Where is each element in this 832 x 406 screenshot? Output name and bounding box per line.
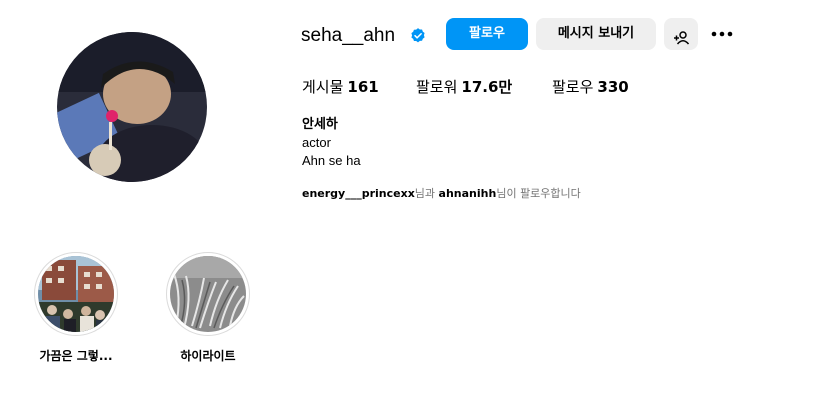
followed-by-suffix: 님이 팔로우합니다 xyxy=(496,187,581,200)
follow-button[interactable]: 팔로우 xyxy=(446,18,528,50)
profile-avatar[interactable] xyxy=(57,32,207,182)
highlight-item[interactable] xyxy=(166,252,250,336)
highlight-label: 가끔은 그렇... xyxy=(39,349,113,363)
following-link[interactable]: 팔로우 330 xyxy=(552,77,629,97)
highlight-cover xyxy=(170,256,246,332)
followed-by-user-2: ahnanihh xyxy=(438,187,497,200)
avatar-image xyxy=(57,32,207,182)
followed-by-text[interactable]: energy___princexx님과 ahnanihh님이 팔로우합니다 xyxy=(302,186,581,202)
following-value: 330 xyxy=(597,78,629,96)
posts-label: 게시물 xyxy=(302,78,344,96)
followed-by-user-1: energy___princexx xyxy=(302,187,415,200)
add-person-icon xyxy=(674,31,689,45)
following-label: 팔로우 xyxy=(552,78,594,96)
posts-value: 161 xyxy=(347,78,379,96)
highlight-item[interactable] xyxy=(34,252,118,336)
verified-badge-icon xyxy=(411,28,425,43)
bio-line-1: actor xyxy=(302,135,331,150)
followed-by-connector: 님과 xyxy=(414,187,439,200)
posts-count: 게시물 161 xyxy=(302,77,379,97)
highlight-label: 하이라이트 xyxy=(180,349,236,363)
suggested-users-button[interactable] xyxy=(664,18,698,50)
followers-value: 17.6만 xyxy=(461,78,513,96)
bio-full-name: 안세하 xyxy=(302,117,338,132)
followers-link[interactable]: 팔로워 17.6만 xyxy=(416,77,512,97)
profile-username: seha__ahn xyxy=(301,25,396,46)
bio-line-2: Ahn se ha xyxy=(302,153,361,168)
message-button[interactable]: 메시지 보내기 xyxy=(536,18,656,50)
followers-label: 팔로워 xyxy=(416,78,458,96)
more-options-icon[interactable] xyxy=(708,22,736,46)
highlight-cover xyxy=(38,256,114,332)
